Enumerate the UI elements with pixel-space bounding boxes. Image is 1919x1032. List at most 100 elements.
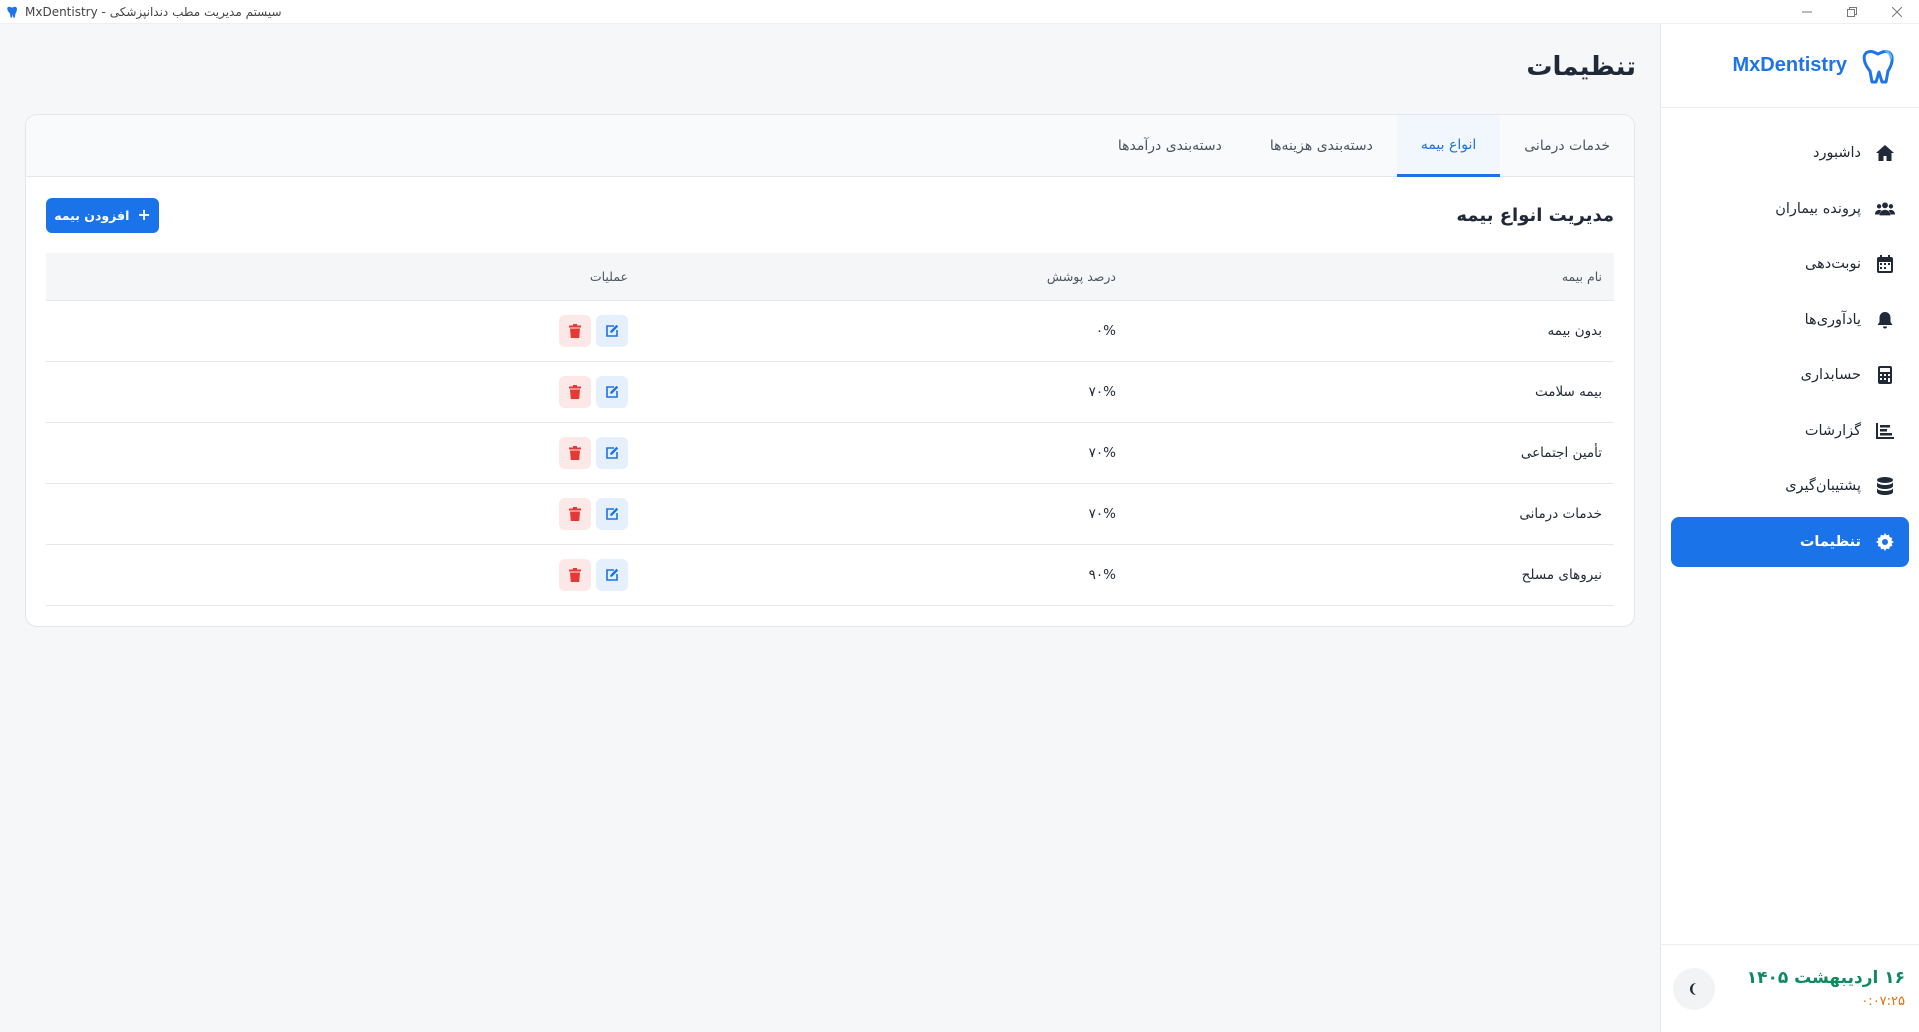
operations-cell [46,483,628,545]
plus-icon: + [137,205,151,224]
bell-icon [1875,310,1895,330]
coverage-cell: ۷۰% [628,422,1116,484]
maximize-button[interactable] [1829,0,1874,24]
table-row: بیمه سلامت ۷۰% [46,361,1614,423]
sidebar-item-label: پرونده بیماران [1775,200,1861,217]
delete-button[interactable] [559,497,591,530]
edit-button[interactable] [596,436,628,469]
close-icon [1891,7,1902,17]
header-insurance-name: نام بیمه [1116,253,1614,301]
edit-icon [606,385,619,398]
edit-icon [606,507,619,520]
restore-icon [1846,7,1857,17]
brand-name: MxDentistry [1732,54,1847,76]
date-time-display: ۱۶ اردیبهشت ۱۴۰۵ ۰:۰۷:۲۵ [1747,968,1905,1009]
coverage-cell: ۷۰% [628,361,1116,423]
sidebar-item-label: داشبورد [1813,145,1861,161]
insurance-name-cell: خدمات درمانی [1116,483,1614,545]
sidebar-item-reports[interactable]: گزارشات [1671,406,1909,456]
table-row: نیروهای مسلح ۹۰% [46,544,1614,606]
operations-cell [46,361,628,423]
settings-tabs: خدمات درمانی انواع بیمه دسته‌بندی هزینه‌… [26,115,1634,177]
sidebar: MxDentistry داشبورد پرونده بیماران نوبت‌… [1660,24,1919,1032]
section-title: مدیریت انواع بیمه [1456,204,1614,226]
header-coverage-label: درصد پوشش [1046,268,1116,284]
tooth-logo-icon [1862,49,1894,83]
table-header-row: نام بیمه درصد پوشش عملیات [46,253,1614,301]
sidebar-item-reminders[interactable]: یادآوری‌ها [1671,295,1909,345]
sidebar-item-label: تنظیمات [1799,533,1861,550]
calendar-icon [1875,254,1895,274]
section-header: مدیریت انواع بیمه + افزودن بیمه [26,177,1634,253]
add-insurance-label: افزودن بیمه [54,207,130,223]
table-row: بدون بیمه ۰% [46,300,1614,362]
row-actions [46,375,628,408]
home-icon [1875,143,1895,163]
sidebar-item-label: حسابداری [1800,367,1861,383]
operations-cell [46,544,628,606]
coverage-cell: ۰% [628,300,1116,362]
chart-icon [1875,421,1895,441]
insurance-name-cell: تأمین اجتماعی [1116,422,1614,484]
add-insurance-button[interactable]: + افزودن بیمه [46,197,159,233]
trash-icon [569,567,581,582]
sidebar-nav: داشبورد پرونده بیماران نوبت‌دهی یادآوری‌… [1661,108,1919,567]
edit-button[interactable] [596,375,628,408]
close-button[interactable] [1874,0,1919,24]
insurance-name-cell: نیروهای مسلح [1116,544,1614,606]
edit-button[interactable] [596,314,628,347]
insurance-name-cell: بیمه سلامت [1116,361,1614,423]
edit-icon [606,446,619,459]
delete-button[interactable] [559,558,591,591]
row-actions [46,436,628,469]
edit-icon [606,324,619,337]
sidebar-item-backup[interactable]: پشتیبان‌گیری [1671,461,1909,511]
brand: MxDentistry [1661,24,1919,108]
tab-expense-categories[interactable]: دسته‌بندی هزینه‌ها [1246,115,1397,177]
trash-icon [569,384,581,399]
edit-button[interactable] [596,558,628,591]
tooth-logo-icon [7,6,17,18]
title-bar: MxDentistry - سیستم مدیریت مطب دندانپزشک… [0,0,1919,24]
sidebar-item-appointments[interactable]: نوبت‌دهی [1671,239,1909,289]
minimize-icon [1801,11,1812,13]
sidebar-footer: ۱۶ اردیبهشت ۱۴۰۵ ۰:۰۷:۲۵ [1661,944,1919,1032]
edit-button[interactable] [596,497,628,530]
delete-button[interactable] [559,314,591,347]
gear-icon [1875,532,1895,552]
row-actions [46,314,628,347]
operations-cell [46,300,628,362]
trash-icon [569,323,581,338]
delete-button[interactable] [559,436,591,469]
coverage-cell: ۹۰% [628,544,1116,606]
delete-button[interactable] [559,375,591,408]
minimize-button[interactable] [1784,0,1829,24]
tab-medical-services[interactable]: خدمات درمانی [1500,115,1634,177]
sidebar-item-label: یادآوری‌ها [1804,311,1861,328]
sidebar-item-settings[interactable]: تنظیمات [1671,516,1909,567]
theme-toggle-button[interactable] [1673,967,1715,1010]
table-row: خدمات درمانی ۷۰% [46,483,1614,545]
tab-insurance-types[interactable]: انواع بیمه [1396,115,1501,177]
sidebar-item-label: نوبت‌دهی [1805,256,1861,272]
row-actions [46,497,628,530]
trash-icon [569,445,581,460]
sidebar-item-label: پشتیبان‌گیری [1785,478,1861,494]
sidebar-item-label: گزارشات [1804,422,1861,439]
calculator-icon [1875,365,1895,385]
tab-income-categories[interactable]: دسته‌بندی درآمدها [1094,115,1246,177]
page-title: تنظیمات [1526,52,1636,82]
insurance-table: نام بیمه درصد پوشش عملیات بدون بیمه ۰% بیم… [46,253,1614,606]
sidebar-item-patients[interactable]: پرونده بیماران [1671,184,1909,234]
table-body: بدون بیمه ۰% بیمه سلامت ۷۰% تأمین اجتماعی ۷۰%… [46,300,1614,606]
sidebar-item-dashboard[interactable]: داشبورد [1671,128,1909,178]
users-icon [1875,199,1895,219]
database-icon [1875,476,1895,496]
sidebar-item-accounting[interactable]: حسابداری [1671,350,1909,400]
row-actions [46,558,628,591]
header-coverage: درصد پوشش [628,253,1116,301]
trash-icon [569,506,581,521]
current-date: ۱۶ اردیبهشت ۱۴۰۵ [1746,968,1905,988]
coverage-cell: ۷۰% [628,483,1116,545]
insurance-name-cell: بدون بیمه [1116,300,1614,362]
